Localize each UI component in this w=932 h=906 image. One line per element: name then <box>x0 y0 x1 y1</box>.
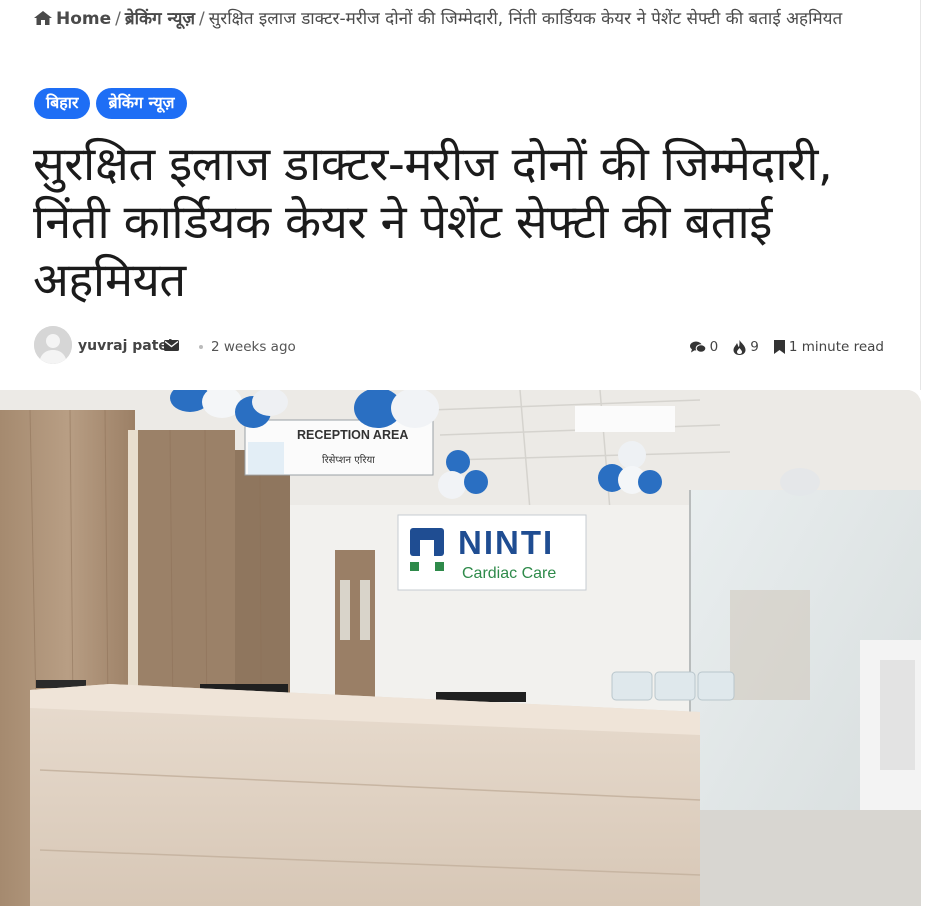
featured-image: NINTI Cardiac Care RECEPTION AREA रिसेप्… <box>0 390 921 906</box>
content-border <box>920 0 921 390</box>
article-title: सुरक्षित इलाज डाक्टर-मरीज दोनों की जिम्म… <box>33 137 833 308</box>
read-time-value: 1 minute read <box>788 339 884 355</box>
door-window <box>360 580 370 640</box>
ceiling-light <box>575 406 675 432</box>
avatar-silhouette-icon <box>34 326 72 364</box>
fire-icon <box>733 339 746 355</box>
tag-breaking-news[interactable]: ब्रेकिंग न्यूज़ <box>96 88 187 119</box>
home-icon <box>34 11 52 25</box>
cabinet <box>880 660 915 770</box>
breadcrumb-category-link[interactable]: ब्रेकिंग न्यूज़ <box>125 9 195 29</box>
sign-label-hi: रिसेप्शन एरिया <box>322 454 375 466</box>
views-count: 9 <box>733 339 759 355</box>
breadcrumb-separator: / <box>115 9 121 29</box>
views-count-value: 9 <box>750 339 759 355</box>
logo-mark <box>410 562 419 571</box>
reflection-door <box>730 590 810 700</box>
read-time: 1 minute read <box>773 339 884 355</box>
waiting-chairs <box>611 671 735 701</box>
tag-bihar[interactable]: बिहार <box>34 88 91 119</box>
sign-pictogram <box>248 442 284 474</box>
breadcrumb-separator: / <box>199 9 205 29</box>
comments-count[interactable]: 0 <box>689 339 719 355</box>
logo-brand: NINTI <box>458 524 554 561</box>
logo-mark <box>435 562 444 571</box>
floor <box>690 810 921 906</box>
post-time: 2 weeks ago <box>211 339 296 355</box>
meta-separator-dot <box>199 345 203 349</box>
email-icon[interactable] <box>164 340 179 351</box>
breadcrumb-home-label: Home <box>56 9 112 29</box>
door-window <box>340 580 350 640</box>
breadcrumb: Home / ब्रेकिंग न्यूज़ / सुरक्षित इलाज डाक्ट… <box>34 6 904 33</box>
author-name[interactable]: yuvraj patel <box>78 338 173 354</box>
comments-count-value: 0 <box>709 339 719 355</box>
logo-tagline: Cardiac Care <box>462 565 556 582</box>
breadcrumb-current: सुरक्षित इलाज डाक्टर-मरीज दोनों की जिम्म… <box>208 9 843 29</box>
category-tags: बिहार ब्रेकिंग न्यूज़ <box>34 88 187 119</box>
bookmark-icon <box>773 340 785 354</box>
reception-photo: NINTI Cardiac Care RECEPTION AREA रिसेप्… <box>0 390 921 906</box>
sign-label-en: RECEPTION AREA <box>297 428 408 442</box>
comments-icon <box>689 341 706 353</box>
article-meta: yuvraj patel 2 weeks ago 0 9 1 minute re… <box>34 326 884 366</box>
breadcrumb-home-link[interactable]: Home <box>34 9 111 29</box>
author-avatar[interactable] <box>34 326 72 364</box>
logo-mark <box>420 540 434 556</box>
post-stats: 0 9 1 minute read <box>675 339 884 355</box>
